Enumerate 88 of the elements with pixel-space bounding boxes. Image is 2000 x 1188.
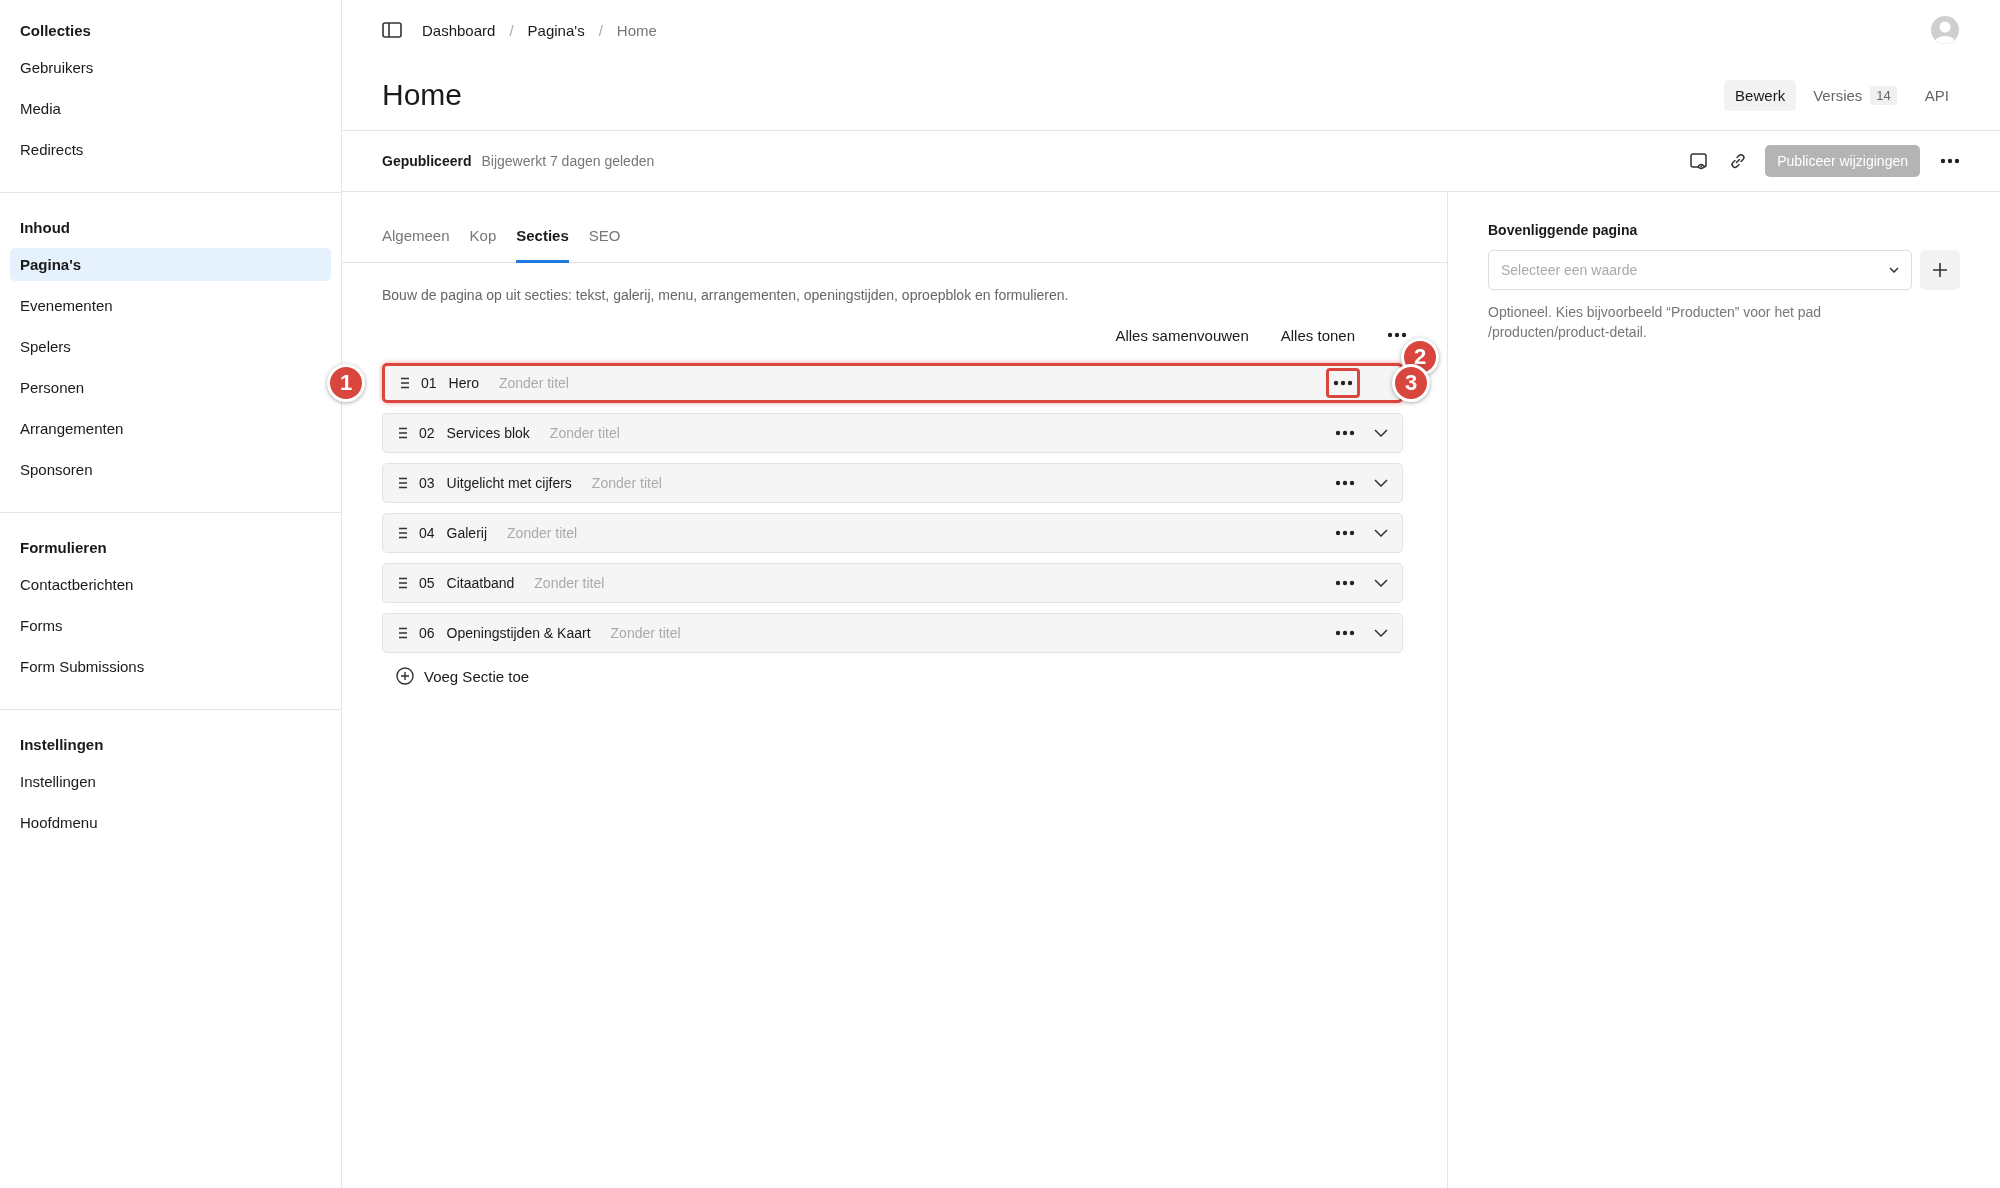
plus-circle-icon [396,667,414,685]
section-name: Uitgelicht met cijfers [446,475,572,491]
chevron-down-icon[interactable] [1374,579,1388,587]
description-text: Bouw de pagina op uit secties: tekst, galerij, menu, arrangementen, openingstijden, oproepblok en formulieren. [381,286,1070,303]
updated-text: Bijgewerkt 7 dagen geleden [481,153,656,169]
section-subtitle: Zonder titel [507,525,579,541]
drag-handle-icon[interactable] [399,477,407,489]
section-name: Openingstijden & Kaart [446,625,591,641]
toolbar-link[interactable]: Alles tonen [1280,326,1355,344]
section-subtitle: Zonder titel [610,625,682,641]
drag-handle-icon[interactable] [399,527,407,539]
help-text: Optioneel. Kies bijvoorbeeld “Producten” voor het pad /producten/product-detail. [1488,303,1823,343]
sidebar-item[interactable]: Media [10,92,331,125]
section-row[interactable]: 06 Openingstijden & Kaart Zonder titel [382,613,1403,653]
drag-handle-icon[interactable] [399,427,407,439]
breadcrumb-link[interactable]: Pagina's [527,21,585,39]
breadcrumb-separator: / [509,21,514,39]
more-icon[interactable] [1940,158,1960,164]
sidebar-item[interactable]: Pagina's [10,248,331,281]
section-number: 02 [419,425,435,441]
drag-handle-icon[interactable] [399,577,407,589]
plus-icon [1931,261,1949,279]
chevron-down-icon[interactable] [1374,629,1388,637]
chevron-down-icon[interactable] [1374,529,1388,537]
tab[interactable]: SEO [588,227,621,263]
preview-icon[interactable] [1689,151,1710,171]
sidebar-item[interactable]: Spelers [10,330,331,363]
sidebar-heading: Collecties [19,21,92,41]
field-label: Bovenliggende pagina [1488,222,1639,238]
section-number: 03 [419,475,435,491]
sidebar-item[interactable]: Instellingen [10,765,331,798]
more-icon[interactable] [1335,430,1355,436]
sidebar-heading: Inhoud [19,218,71,238]
breadcrumb-link[interactable]: Dashboard [422,21,496,39]
count-badge: 14 [1870,85,1897,105]
section-number: 06 [419,625,435,641]
section-row[interactable]: 02 Services blok Zonder titel [382,413,1403,453]
drag-handle-icon[interactable] [399,627,407,639]
section-number: 01 [421,375,437,391]
sidebar-item[interactable]: Evenementen [10,289,331,322]
more-icon[interactable] [1335,530,1355,536]
more-icon[interactable] [1387,332,1407,338]
add-button[interactable] [1920,250,1960,290]
status-label: Gepubliceerd [382,153,472,169]
section-row[interactable]: 05 Citaatband Zonder titel [382,563,1403,603]
tab[interactable]: Algemeen [382,227,450,263]
more-icon[interactable] [1335,480,1355,486]
sidebar-item[interactable]: Form Submissions [10,650,331,683]
section-name: Citaatband [446,575,515,591]
section-number: 05 [419,575,435,591]
tab[interactable]: Kop [469,227,497,263]
section-row[interactable]: 01 Hero Zonder titel [382,363,1403,403]
sidebar-toggle-icon[interactable] [382,22,402,38]
more-icon[interactable] [1335,630,1355,636]
chevron-down-icon [1889,267,1899,273]
sidebar-heading: Formulieren [19,538,108,558]
section-subtitle: Zonder titel [591,475,663,491]
chevron-down-icon[interactable] [1374,479,1388,487]
chevron-down-icon[interactable] [1374,429,1388,437]
add-section-button[interactable]: Voeg Sectie toe [382,653,530,685]
section-subtitle: Zonder titel [549,425,621,441]
sidebar-item[interactable]: Redirects [10,133,331,166]
section-subtitle: Zonder titel [498,375,570,391]
more-icon[interactable] [1333,380,1353,386]
page-title: Home [382,78,464,112]
toolbar-link[interactable]: Alles samenvouwen [1115,326,1249,344]
tab[interactable]: Secties [516,227,569,263]
more-icon[interactable] [1335,580,1355,586]
sidebar-item[interactable]: Sponsoren [10,453,331,486]
section-number: 04 [419,525,435,541]
section-row[interactable]: 04 Galerij Zonder titel [382,513,1403,553]
sidebar-item[interactable]: Hoofdmenu [10,806,331,839]
section-row[interactable]: 03 Uitgelicht met cijfers Zonder titel [382,463,1403,503]
sidebar-item[interactable]: Forms [10,609,331,642]
view-tab[interactable]: Versies 14 [1802,78,1908,112]
breadcrumb-separator: / [598,21,603,39]
section-name: Services blok [446,425,530,441]
view-tab[interactable]: API [1913,79,1960,111]
sidebar-heading: Instellingen [19,735,105,755]
callout-badge: 1 [327,364,365,402]
drag-handle-icon[interactable] [401,377,409,389]
sidebar-item[interactable]: Arrangementen [10,412,331,445]
sidebar-item[interactable]: Gebruikers [10,51,331,84]
section-name: Galerij [446,525,488,541]
section-subtitle: Zonder titel [534,575,606,591]
section-name: Hero [448,375,479,391]
sidebar-item[interactable]: Contactberichten [10,568,331,601]
view-tab[interactable]: Bewerk [1724,79,1797,111]
